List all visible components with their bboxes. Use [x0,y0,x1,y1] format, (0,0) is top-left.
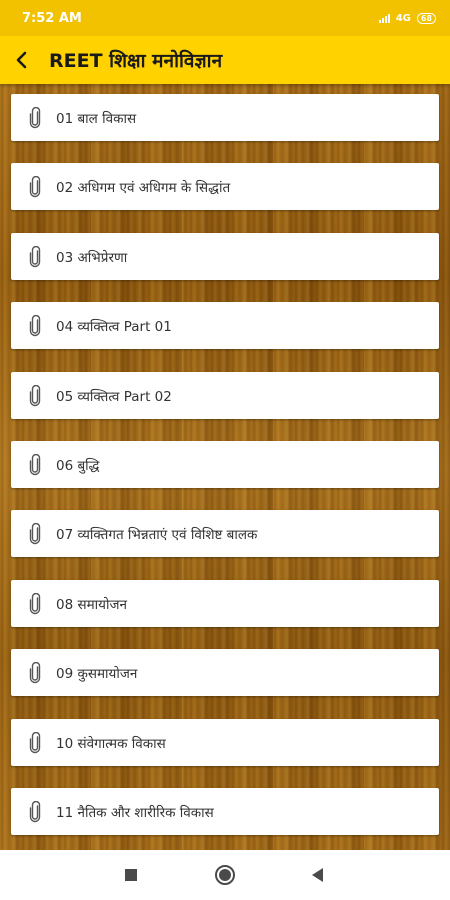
paperclip-icon [29,314,41,336]
chapter-label: 02 अधिगम एवं अधिगम के सिद्धांत [56,179,231,196]
paperclip-icon [29,106,41,128]
status-icons: 4G 68 [378,12,436,24]
chapter-label: 09 कुसमायोजन [56,665,138,682]
paperclip-icon [29,384,41,406]
chapter-item[interactable]: 07 व्यक्तिगत भिन्नताएं एवं विशिष्ट बालक [11,510,439,557]
chapter-label: 04 व्यक्तित्व Part 01 [56,318,172,335]
back-button[interactable] [2,36,42,84]
paperclip-icon [29,453,41,475]
battery-level: 68 [420,13,432,23]
home-button[interactable] [200,850,250,900]
home-circle-icon [215,865,235,885]
chapter-list: 01 बाल विकास 02 अधिगम एवं अधिगम के सिद्धा… [0,84,450,850]
chapter-label: 03 अभिप्रेरणा [56,249,128,266]
chevron-left-icon [16,51,27,69]
status-time: 7:52 AM [22,10,82,26]
page-title: REET शिक्षा मनोविज्ञान [49,50,223,72]
chapter-item[interactable]: 05 व्यक्तित्व Part 02 [11,372,439,419]
battery-icon: 68 [416,12,436,24]
nav-back-button[interactable] [293,850,343,900]
chapter-item[interactable]: 09 कुसमायोजन [11,649,439,696]
back-triangle-icon [312,868,323,882]
chapter-label: 01 बाल विकास [56,110,137,127]
recents-square-icon [125,869,137,881]
paperclip-icon [29,661,41,683]
chapter-label: 08 समायोजन [56,596,128,613]
chapter-item[interactable]: 10 संवेगात्मक विकास [11,719,439,766]
network-type: 4G [395,12,411,24]
chapter-item[interactable]: 06 बुद्धि [11,441,439,488]
paperclip-icon [29,800,41,822]
recents-button[interactable] [106,850,156,900]
paperclip-icon [29,731,41,753]
chapter-label: 11 नैतिक और शारीरिक विकास [56,804,214,821]
chapter-label: 07 व्यक्तिगत भिन्नताएं एवं विशिष्ट बालक [56,526,258,543]
chapter-item[interactable]: 04 व्यक्तित्व Part 01 [11,302,439,349]
signal-icon [378,13,390,23]
system-nav-bar [0,850,450,900]
paperclip-icon [29,592,41,614]
paperclip-icon [29,245,41,267]
chapter-label: 05 व्यक्तित्व Part 02 [56,388,172,405]
status-bar: 7:52 AM 4G 68 [0,0,450,36]
chapter-label: 06 बुद्धि [56,457,100,474]
paperclip-icon [29,175,41,197]
chapter-label: 10 संवेगात्मक विकास [56,735,166,752]
chapter-item[interactable]: 11 नैतिक और शारीरिक विकास [11,788,439,835]
chapter-item[interactable]: 03 अभिप्रेरणा [11,233,439,280]
app-bar: REET शिक्षा मनोविज्ञान [0,36,450,84]
chapter-item[interactable]: 01 बाल विकास [11,94,439,141]
chapter-item[interactable]: 02 अधिगम एवं अधिगम के सिद्धांत [11,163,439,210]
chapter-item[interactable]: 08 समायोजन [11,580,439,627]
paperclip-icon [29,522,41,544]
